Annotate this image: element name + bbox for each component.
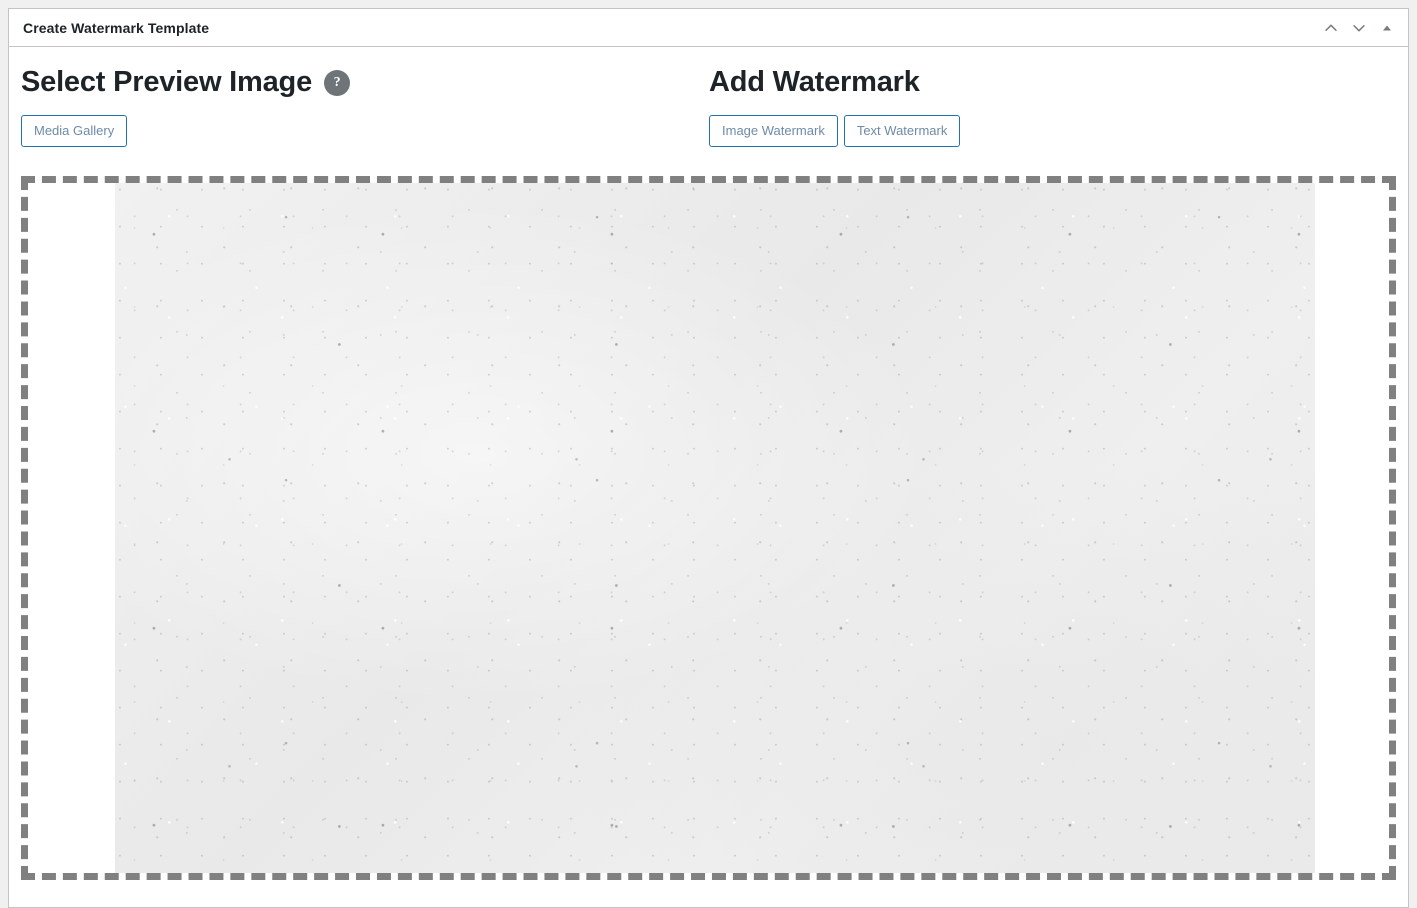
help-icon[interactable]: ? bbox=[324, 69, 350, 96]
page-title: Select Preview Image bbox=[21, 66, 312, 98]
select-preview-image-section: Select Preview Image ? Media Gallery bbox=[9, 66, 709, 147]
preview-image-buttons: Media Gallery bbox=[21, 114, 709, 147]
panel-body: Select Preview Image ? Media Gallery Add… bbox=[9, 47, 1408, 880]
move-up-button[interactable] bbox=[1318, 13, 1344, 43]
panel-header: Create Watermark Template bbox=[9, 9, 1408, 47]
chevron-down-icon bbox=[1350, 19, 1368, 37]
text-watermark-button[interactable]: Text Watermark bbox=[843, 114, 961, 147]
media-gallery-button[interactable]: Media Gallery bbox=[21, 114, 128, 147]
preview-image[interactable] bbox=[115, 182, 1315, 873]
create-watermark-template-panel: Create Watermark Template Select Preview… bbox=[8, 8, 1409, 908]
add-watermark-buttons: Image Watermark Text Watermark bbox=[709, 114, 961, 147]
select-preview-image-heading: Select Preview Image ? bbox=[21, 66, 709, 99]
panel-title: Create Watermark Template bbox=[23, 19, 210, 36]
watermark-preview-dropzone[interactable] bbox=[21, 175, 1396, 880]
toggle-panel-button[interactable] bbox=[1374, 13, 1400, 43]
panel-header-actions bbox=[1318, 13, 1400, 43]
image-watermark-button[interactable]: Image Watermark bbox=[709, 114, 838, 147]
chevron-up-icon bbox=[1322, 19, 1340, 37]
triangle-up-icon bbox=[1380, 21, 1394, 35]
preview-canvas[interactable] bbox=[28, 182, 1389, 873]
sections-row: Select Preview Image ? Media Gallery Add… bbox=[9, 66, 1408, 147]
add-watermark-heading: Add Watermark bbox=[709, 66, 960, 99]
move-down-button[interactable] bbox=[1346, 13, 1372, 43]
add-watermark-section: Add Watermark Image Watermark Text Water… bbox=[709, 66, 961, 147]
add-watermark-title: Add Watermark bbox=[709, 66, 920, 98]
